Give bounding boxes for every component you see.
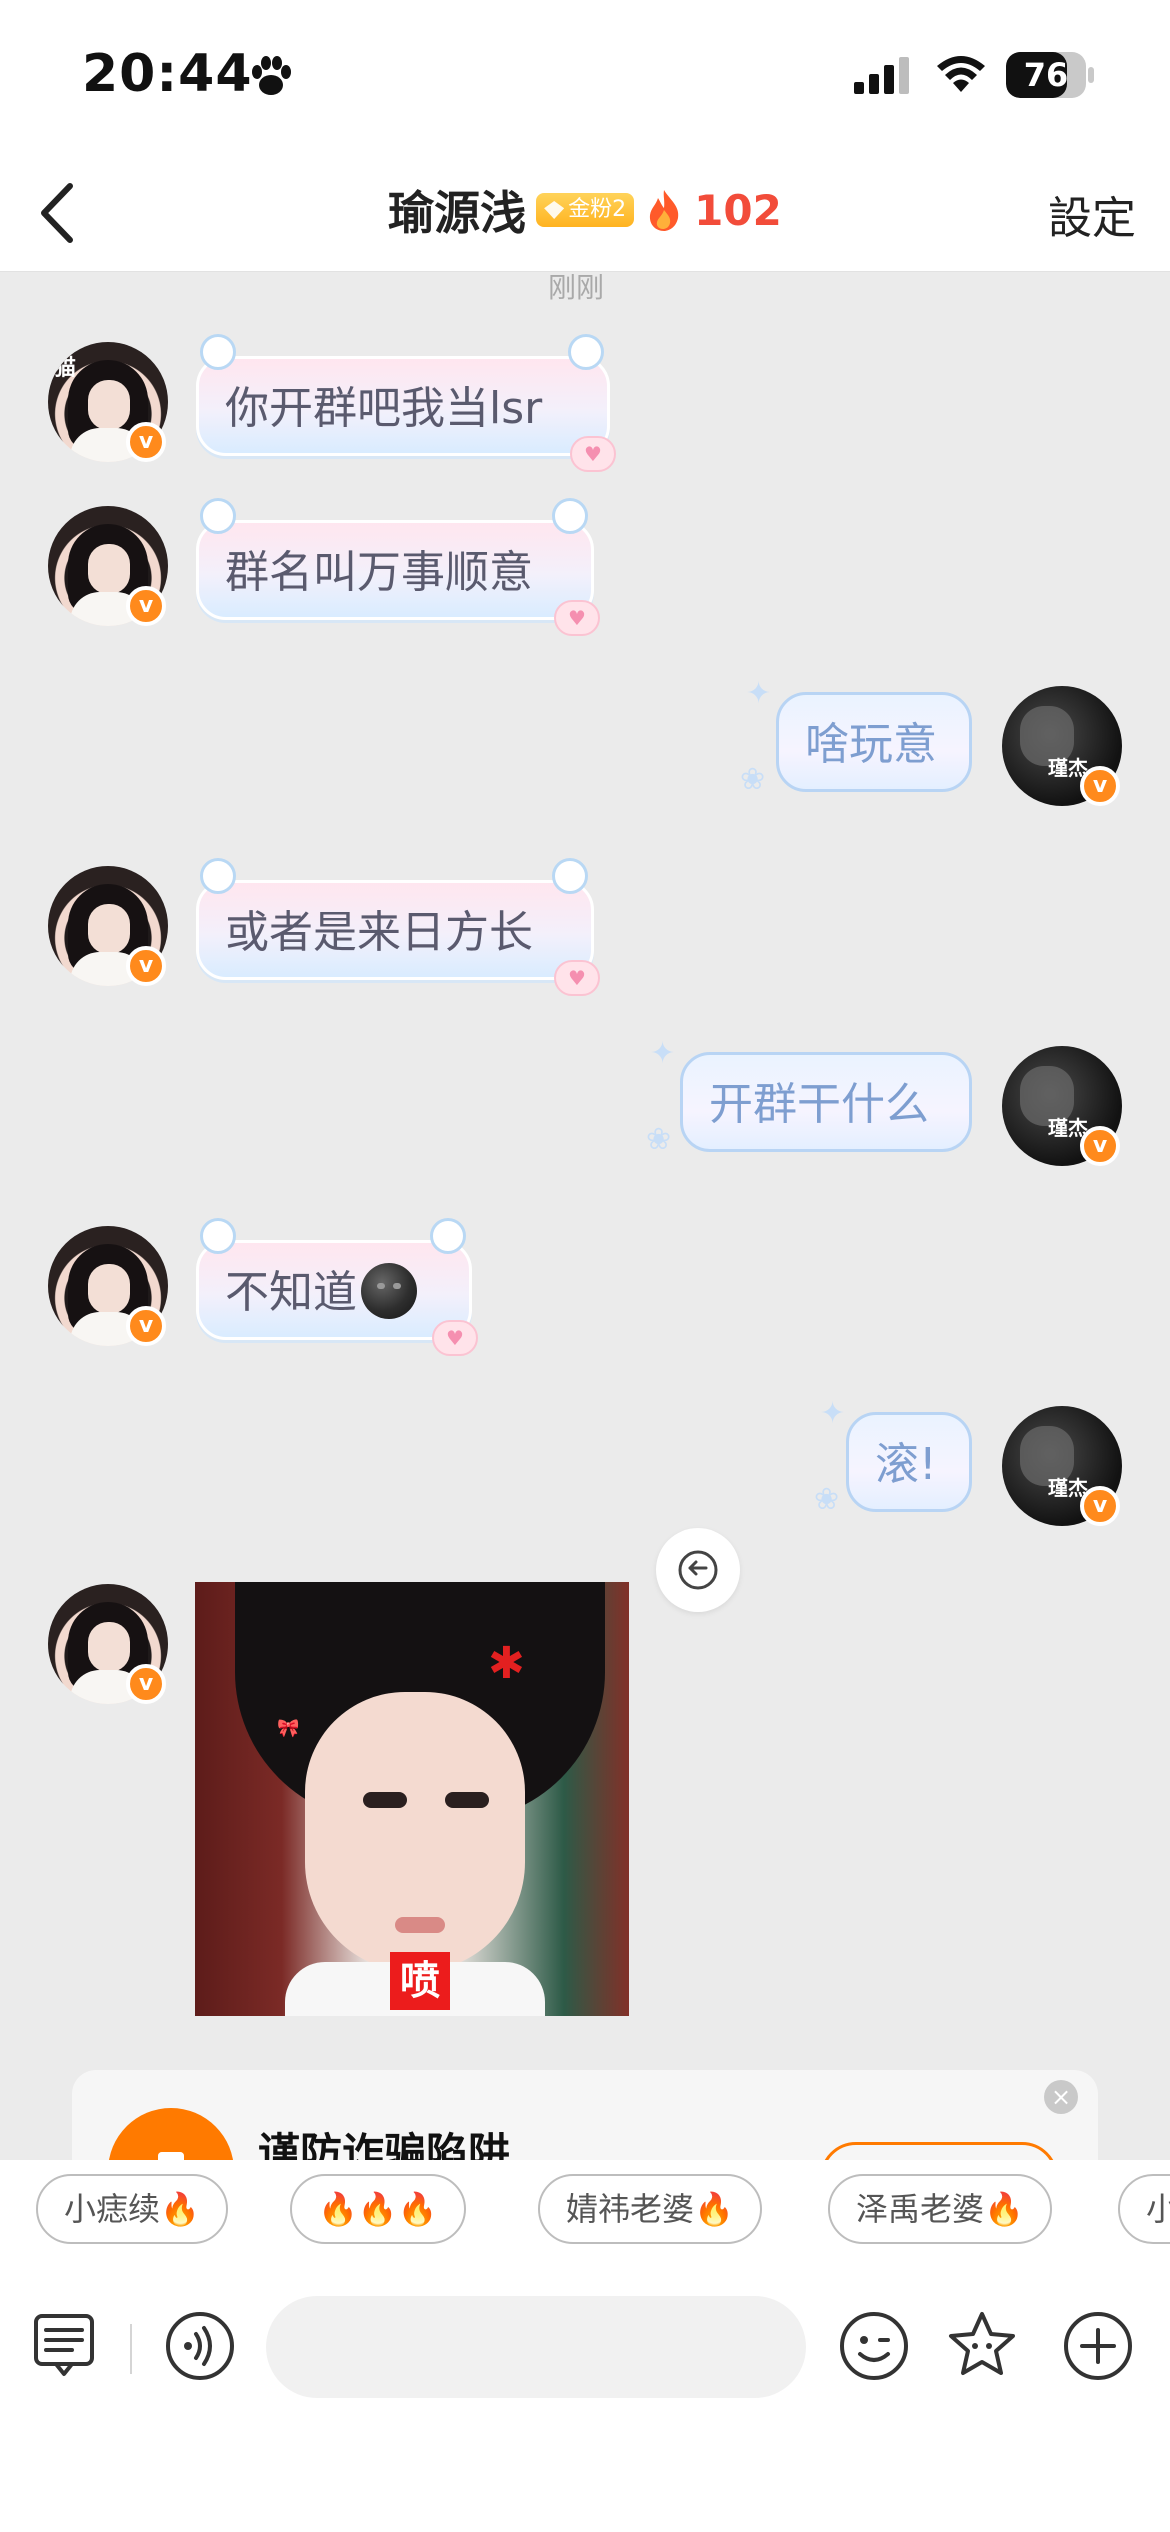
quick-reply-chip[interactable]: 🔥🔥🔥	[290, 2174, 466, 2244]
quick-reply-chip[interactable]: 泽禹老婆🔥	[828, 2174, 1052, 2244]
message-bubble-left[interactable]: 或者是来日方长	[196, 880, 594, 980]
add-icon[interactable]	[1060, 2308, 1136, 2384]
bubble-decoration	[200, 1218, 236, 1254]
voice-icon[interactable]	[162, 2308, 238, 2384]
verified-badge: v	[126, 1306, 166, 1346]
fan-badge-label: 金粉2	[568, 197, 627, 222]
sparkle-decoration-icon: ❀	[740, 762, 766, 797]
bow-icon: 🎀	[277, 1718, 300, 1739]
battery-indicator: 76	[1006, 52, 1094, 98]
status-time: 20:44	[82, 44, 253, 104]
verified-badge: v	[1080, 1126, 1120, 1166]
verified-badge: v	[1080, 766, 1120, 806]
heart-decoration-icon: ♥	[554, 600, 600, 636]
quick-reply-bar: 小痣续🔥 🔥🔥🔥 婧祎老婆🔥 泽禹老婆🔥 小	[0, 2160, 1170, 2270]
anger-mark-icon: ✱	[488, 1638, 525, 1689]
bubble-decoration	[552, 858, 588, 894]
reply-arrow-icon[interactable]	[656, 1528, 740, 1612]
paw-icon	[252, 56, 291, 95]
bubble-decoration	[200, 334, 236, 370]
toolbar-divider	[130, 2324, 132, 2374]
gem-icon	[544, 201, 565, 219]
timestamp-label: 刚刚	[548, 272, 605, 304]
bubble-decoration	[552, 498, 588, 534]
message-bubble-left[interactable]: 群名叫万事顺意	[196, 520, 594, 620]
chat-messages[interactable]: 刚刚 猫 v 你开群吧我当lsr ♥ v 群名叫万事顺意 ♥ 啥玩意 ✦ ❀ 瑾…	[0, 272, 1170, 2160]
fan-level-badge: 金粉2	[536, 193, 635, 227]
message-bubble-right[interactable]: 啥玩意	[776, 692, 972, 792]
menu-list-icon[interactable]	[30, 2308, 106, 2384]
quick-reply-chip[interactable]: 小痣续🔥	[36, 2174, 228, 2244]
quick-reply-chip[interactable]: 婧祎老婆🔥	[538, 2174, 762, 2244]
sparkle-decoration-icon: ❀	[646, 1122, 672, 1157]
chat-title-group: 瑜源浅 金粉2 102	[0, 177, 1170, 243]
message-input[interactable]	[266, 2296, 806, 2398]
sticker-star-icon[interactable]	[944, 2308, 1020, 2384]
chat-header: 瑜源浅 金粉2 102 設定	[0, 160, 1170, 272]
new-moon-face-icon	[361, 1263, 417, 1319]
emoji-face-icon[interactable]	[836, 2308, 912, 2384]
heart-decoration-icon: ♥	[554, 960, 600, 996]
sparkle-decoration-icon: ✦	[820, 1396, 846, 1431]
heart-decoration-icon: ♥	[432, 1320, 478, 1356]
status-bar: 20:44 76	[0, 0, 1170, 150]
verified-badge: v	[126, 422, 166, 462]
verified-badge: v	[1080, 1486, 1120, 1526]
sticker-caption: 喷	[390, 1952, 450, 2010]
settings-button[interactable]: 設定	[1048, 182, 1136, 246]
message-input-bar	[0, 2270, 1170, 2532]
verified-badge: v	[126, 586, 166, 626]
verified-badge: v	[126, 1664, 166, 1704]
verified-badge: v	[126, 946, 166, 986]
chat-title[interactable]: 瑜源浅	[388, 177, 526, 243]
close-icon[interactable]: ×	[1044, 2080, 1078, 2114]
flame-icon	[650, 190, 679, 231]
sticker-image-message[interactable]: ✱ 🎀 喷	[195, 1582, 629, 2016]
bubble-decoration	[430, 1218, 466, 1254]
sparkle-decoration-icon: ✦	[650, 1036, 676, 1071]
cellular-signal-icon	[854, 57, 909, 94]
bubble-decoration	[568, 334, 604, 370]
bubble-decoration	[200, 858, 236, 894]
top-bar: 20:44 76 瑜源浅 金粉2 102 設定	[0, 0, 1170, 272]
heart-decoration-icon: ♥	[570, 436, 616, 472]
sparkle-decoration-icon: ✦	[746, 676, 772, 711]
message-bubble-right[interactable]: 开群干什么	[680, 1052, 972, 1152]
bubble-decoration	[200, 498, 236, 534]
avatar-text: 猫	[54, 356, 77, 381]
battery-percent: 76	[1023, 56, 1069, 94]
wifi-icon	[937, 56, 985, 92]
fire-streak-count: 102	[694, 185, 782, 235]
message-text: 不知道	[225, 1267, 357, 1318]
sparkle-decoration-icon: ❀	[814, 1482, 840, 1517]
message-bubble-left[interactable]: 你开群吧我当lsr	[196, 356, 610, 456]
quick-reply-chip[interactable]: 小	[1118, 2174, 1170, 2244]
message-bubble-right[interactable]: 滚!	[846, 1412, 972, 1512]
message-bubble-left[interactable]: 不知道	[196, 1240, 472, 1340]
